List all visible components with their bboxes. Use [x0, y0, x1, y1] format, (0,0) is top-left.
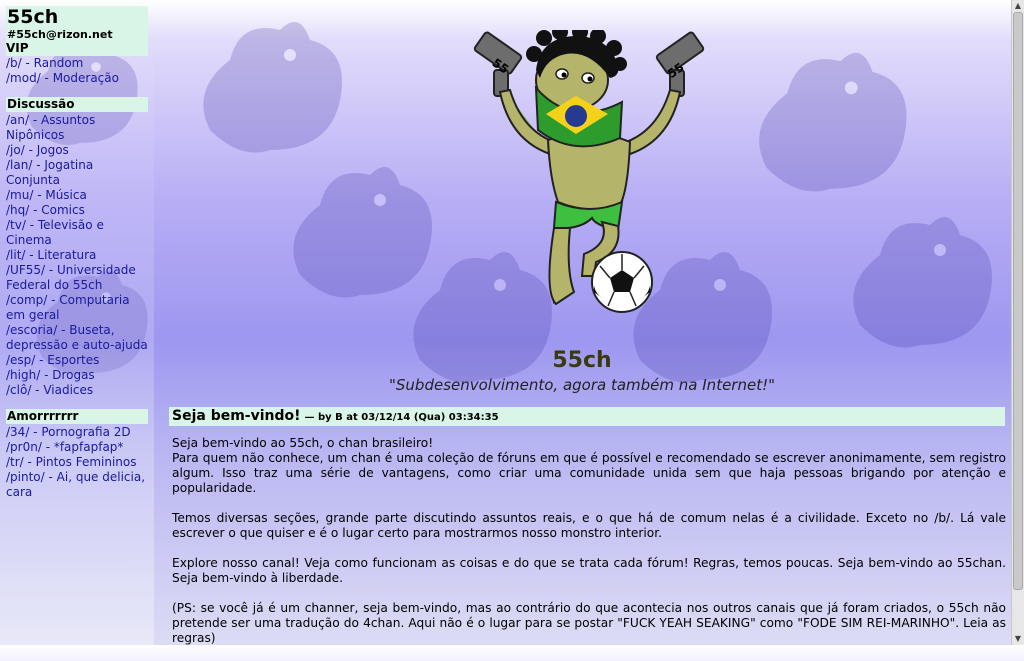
sidebar-heading-amor: Amorrrrrrr — [6, 409, 148, 424]
site-name: 55ch — [7, 6, 59, 28]
board-link-tv[interactable]: /tv/ - Televisão e Cinema — [6, 218, 104, 247]
sidebar-item: /mu/ - Música — [6, 188, 148, 203]
sidebar-item: /UF55/ - Universidade Federal do 55ch — [6, 263, 148, 293]
sidebar-item: /lit/ - Literatura — [6, 248, 148, 263]
scroll-down-arrow-icon[interactable]: ▼ — [1012, 633, 1024, 645]
site-slogan: "Subdesenvolvimento, agora também na Int… — [389, 376, 775, 394]
irc-channel: #55ch@rizon.net — [7, 28, 113, 41]
background-bird-pattern — [720, 40, 940, 210]
board-link-hq[interactable]: /hq/ - Comics — [6, 203, 85, 217]
sidebar-item: /pinto/ - Ai, que delicia, cara — [6, 470, 148, 500]
sidebar-item: /jo/ - Jogos — [6, 143, 148, 158]
right-gun-icon: 55 — [655, 31, 705, 97]
sidebar-item: /lan/ - Jogatina Conjunta — [6, 158, 148, 188]
sidebar-list-discussao: /an/ - Assuntos Nipônicos /jo/ - Jogos /… — [6, 113, 148, 398]
sidebar-item: /tv/ - Televisão e Cinema — [6, 218, 148, 248]
scroll-up-arrow-icon[interactable]: ▲ — [1012, 0, 1024, 12]
board-link-b[interactable]: /b/ - Random — [6, 56, 83, 70]
board-link-pinto[interactable]: /pinto/ - Ai, que delicia, cara — [6, 470, 145, 499]
board-link-clo[interactable]: /clô/ - Viadices — [6, 383, 93, 397]
board-link-mod[interactable]: /mod/ - Moderação — [6, 71, 119, 85]
sidebar-heading-vip: VIP — [6, 41, 29, 55]
sidebar-item: /escoria/ - Buseta, depressão e auto-aju… — [6, 323, 148, 353]
board-link-lan[interactable]: /lan/ - Jogatina Conjunta — [6, 158, 93, 187]
background-bird-pattern — [820, 200, 1020, 370]
sidebar-item: /34/ - Pornografia 2D — [6, 425, 148, 440]
board-link-34[interactable]: /34/ - Pornografia 2D — [6, 425, 131, 439]
post-paragraph: Explore nosso canal! Veja como funcionam… — [172, 556, 1006, 585]
board-link-escoria[interactable]: /escoria/ - Buseta, depressão e auto-aju… — [6, 323, 148, 352]
board-link-jo[interactable]: /jo/ - Jogos — [6, 143, 69, 157]
vertical-scrollbar[interactable]: ▲ ▼ — [1011, 0, 1024, 645]
scrollbar-thumb[interactable] — [1013, 12, 1023, 590]
background-bird-pattern — [170, 10, 370, 170]
post-paragraph: Seja bem-vindo ao 55ch, o chan brasileir… — [172, 436, 1006, 495]
post-body: Seja bem-vindo ao 55ch, o chan brasileir… — [172, 436, 1006, 661]
sidebar-item: /esp/ - Esportes — [6, 353, 148, 368]
board-link-an[interactable]: /an/ - Assuntos Nipônicos — [6, 113, 95, 142]
left-gun-icon: 55 — [473, 31, 523, 97]
sidebar-item: /tr/ - Pintos Femininos — [6, 455, 148, 470]
post-title: Seja bem-vindo! — [172, 408, 301, 424]
board-link-comp[interactable]: /comp/ - Computaria em geral — [6, 293, 130, 322]
sidebar-item: /comp/ - Computaria em geral — [6, 293, 148, 323]
sidebar-list-amor: /34/ - Pornografia 2D /pr0n/ - *fapfapfa… — [6, 425, 148, 500]
sidebar-item: /hq/ - Comics — [6, 203, 148, 218]
sidebar-item: /pr0n/ - *fapfapfap* — [6, 440, 148, 455]
post-meta: — by B at 03/12/14 (Qua) 03:34:35 — [304, 412, 499, 423]
soccer-ball-icon — [591, 251, 653, 313]
sidebar-item: /mod/ - Moderação — [6, 71, 152, 86]
board-link-lit[interactable]: /lit/ - Literatura — [6, 248, 96, 262]
board-link-esp[interactable]: /esp/ - Esportes — [6, 353, 99, 367]
site-heading: 55ch — [552, 348, 612, 373]
sidebar-list-vip: /b/ - Random /mod/ - Moderação — [6, 56, 152, 86]
sidebar-item: /high/ - Drogas — [6, 368, 148, 383]
sidebar-item: /clô/ - Viadices — [6, 383, 148, 398]
sidebar-item: /an/ - Assuntos Nipônicos — [6, 113, 148, 143]
sidebar-item: /b/ - Random — [6, 56, 152, 71]
board-link-tr[interactable]: /tr/ - Pintos Femininos — [6, 455, 137, 469]
sidebar-heading-discussao: Discussão — [6, 97, 148, 112]
post-header: Seja bem-vindo! — by B at 03/12/14 (Qua) … — [169, 407, 1005, 426]
post-paragraph: Temos diversas seções, grande parte disc… — [172, 511, 1006, 540]
mascot-illustration: 55 55 — [470, 24, 710, 320]
board-link-uf55[interactable]: /UF55/ - Universidade Federal do 55ch — [6, 263, 136, 292]
sidebar-nav: 55ch #55ch@rizon.net VIP /b/ - Random /m… — [0, 0, 154, 645]
board-link-mu[interactable]: /mu/ - Música — [6, 188, 87, 202]
board-link-pr0n[interactable]: /pr0n/ - *fapfapfap* — [6, 440, 123, 454]
post-paragraph: (PS: se você já é um channer, seja bem-v… — [172, 601, 1006, 645]
board-link-high[interactable]: /high/ - Drogas — [6, 368, 95, 382]
